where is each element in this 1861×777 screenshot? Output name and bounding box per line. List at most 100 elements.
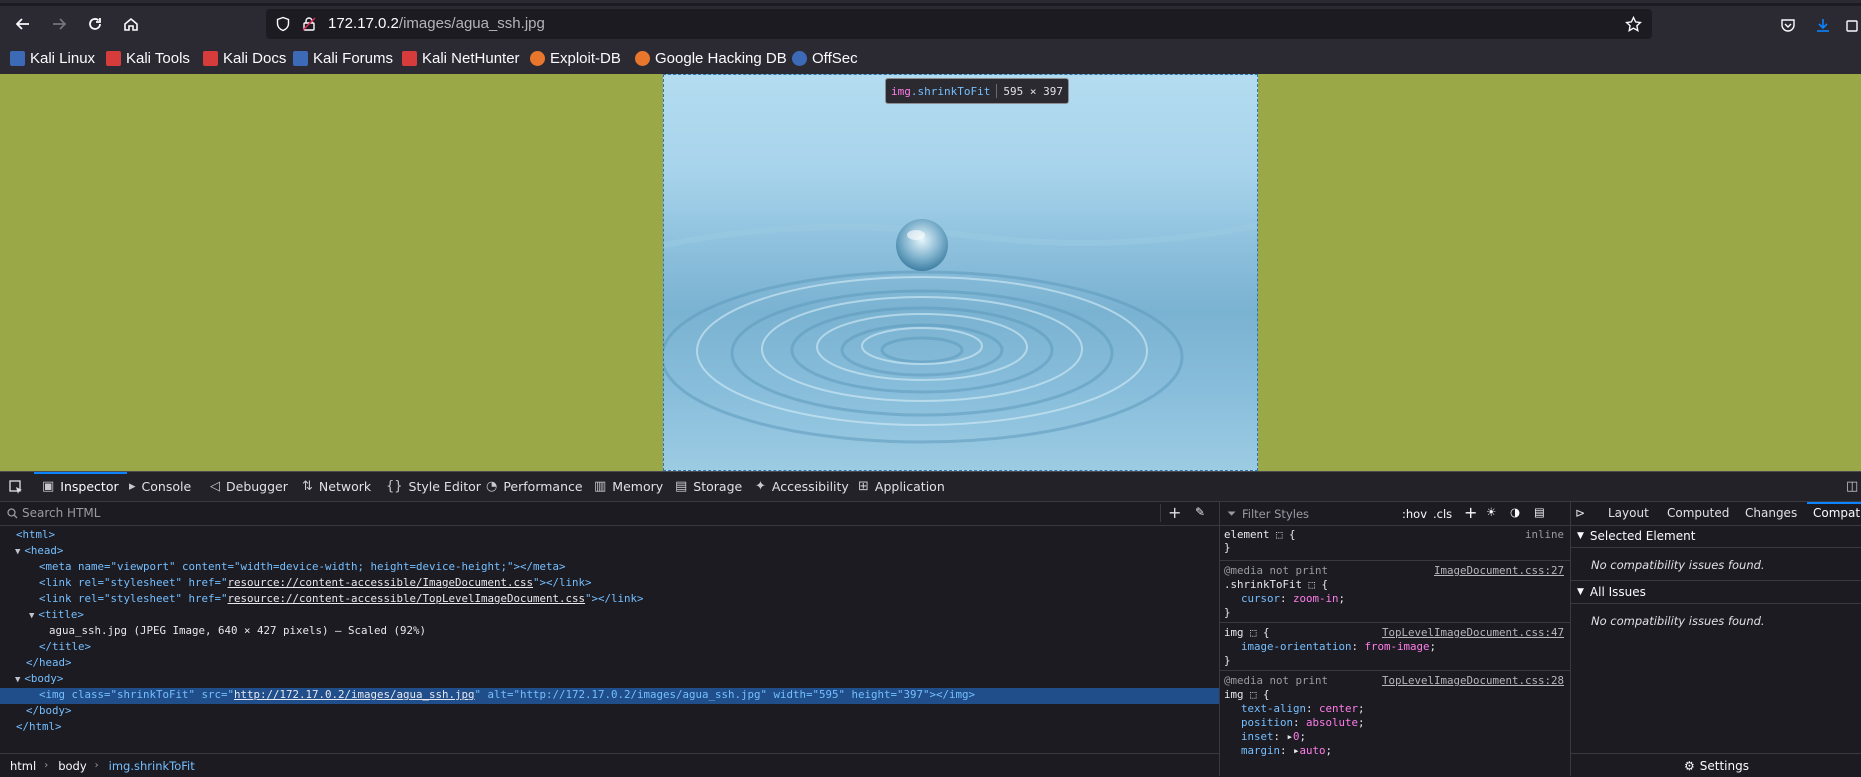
bookmark-kali-tools[interactable]: Kali Tools bbox=[106, 48, 190, 68]
all-issues-header[interactable]: ▼ All Issues bbox=[1571, 581, 1861, 604]
rule-element[interactable]: element ⬚ {inline } bbox=[1220, 528, 1570, 554]
bookmark-kali-nethunter[interactable]: Kali NetHunter bbox=[402, 48, 520, 68]
expand-toggle-icon[interactable]: ▼ bbox=[15, 547, 20, 557]
collapse-icon: ▼ bbox=[1577, 531, 1584, 541]
url-bar[interactable]: 172.17.0.2/images/agua_ssh.jpg bbox=[266, 9, 1652, 39]
tree-node-body-close: </body> bbox=[26, 704, 72, 717]
light-mode-icon[interactable]: ☀ bbox=[1486, 505, 1496, 519]
tab-network[interactable]: ⇅ Network bbox=[302, 472, 371, 501]
tree-node-link2[interactable]: <link rel="stylesheet" href="resource://… bbox=[39, 592, 644, 608]
kali-linux-icon bbox=[10, 50, 25, 66]
kali-tools-icon bbox=[106, 50, 121, 66]
network-icon: ⇅ bbox=[302, 479, 313, 494]
bookmark-kali-forums[interactable]: Kali Forums bbox=[293, 48, 393, 68]
style-editor-icon: {} bbox=[386, 479, 403, 494]
cls-toggle[interactable]: .cls bbox=[1433, 507, 1452, 521]
eyedropper-icon[interactable]: ✎ bbox=[1195, 505, 1205, 519]
tab-label: Console bbox=[141, 479, 192, 494]
tree-node-title-close: </title> bbox=[39, 640, 92, 653]
back-button[interactable] bbox=[9, 10, 37, 38]
expand-toggle-icon[interactable]: ▼ bbox=[15, 675, 20, 685]
breadcrumb-html[interactable]: html bbox=[10, 759, 36, 773]
tab-application[interactable]: ⊞ Application bbox=[858, 472, 945, 501]
element-highlight-tooltip: img .shrinkToFit 595 × 397 bbox=[885, 78, 1069, 104]
tree-node-head[interactable]: ▼ <head> bbox=[15, 544, 63, 560]
sidebar-toggle-icon[interactable]: ⊳ bbox=[1575, 506, 1585, 520]
downloads-icon[interactable] bbox=[1813, 15, 1833, 35]
bookmark-kali-linux[interactable]: Kali Linux bbox=[10, 48, 95, 68]
no-issues-message: No compatibility issues found. bbox=[1591, 558, 1765, 572]
tab-performance[interactable]: ◔ Performance bbox=[486, 472, 583, 501]
rule-img-layout[interactable]: @media not print TopLevelImageDocument.cs… bbox=[1220, 674, 1570, 758]
picker-icon bbox=[9, 479, 22, 494]
dock-side-button[interactable]: ◫ bbox=[1846, 472, 1861, 501]
tree-node-link1[interactable]: <link rel="stylesheet" href="resource://… bbox=[39, 576, 592, 592]
tree-node-title-text[interactable]: agua_ssh.jpg (JPEG Image, 640 × 427 pixe… bbox=[49, 624, 426, 640]
exploit-db-icon bbox=[530, 50, 545, 66]
pocket-icon[interactable] bbox=[1778, 15, 1798, 35]
extensions-icon[interactable] bbox=[1843, 15, 1861, 35]
tree-node-img-selected[interactable]: <img class="shrinkToFit" src="http://172… bbox=[0, 688, 1219, 704]
tab-label: Accessibility bbox=[771, 479, 849, 494]
rule-img-orientation[interactable]: img ⬚ {TopLevelImageDocument.css:47 imag… bbox=[1220, 626, 1570, 668]
bookmark-exploit-db[interactable]: Exploit-DB bbox=[530, 48, 621, 68]
tab-compatibility[interactable]: Compatibility bbox=[1813, 506, 1861, 520]
insecure-lock-icon[interactable] bbox=[300, 15, 318, 33]
print-media-icon[interactable]: ▤ bbox=[1534, 505, 1545, 519]
breadcrumb-body[interactable]: body bbox=[58, 759, 86, 773]
dark-mode-icon[interactable]: ◑ bbox=[1510, 505, 1520, 519]
tab-inspector[interactable]: ▣ Inspector bbox=[34, 472, 127, 501]
section-title: All Issues bbox=[1589, 585, 1646, 599]
bookmark-star-icon[interactable] bbox=[1624, 15, 1642, 33]
filter-styles-placeholder: Filter Styles bbox=[1242, 507, 1310, 521]
kali-docs-icon bbox=[203, 50, 218, 66]
home-button[interactable] bbox=[117, 10, 145, 38]
search-icon bbox=[7, 508, 18, 519]
settings-button[interactable]: ⚙ Settings bbox=[1571, 753, 1861, 777]
rule-divider bbox=[1220, 560, 1570, 561]
tracking-protection-icon[interactable] bbox=[274, 15, 292, 33]
tab-storage[interactable]: ▤ Storage bbox=[675, 472, 742, 501]
filter-icon: ⏷ bbox=[1227, 506, 1237, 520]
bookmark-offsec[interactable]: OffSec bbox=[792, 48, 858, 68]
rule-shrinktofit[interactable]: @media not print ImageDocument.css:27 .sh… bbox=[1220, 564, 1570, 620]
tree-node-meta[interactable]: <meta name="viewport" content="width=dev… bbox=[39, 560, 566, 576]
tab-debugger[interactable]: ◁ Debugger bbox=[210, 472, 288, 501]
memory-icon: ▥ bbox=[594, 479, 607, 494]
devtools-panel: ▣ Inspector ▸ Console ◁ Debugger ⇅ Network {… bbox=[0, 471, 1861, 776]
breadcrumb: html › body › img.shrinkToFit bbox=[0, 753, 1219, 777]
tab-style-editor[interactable]: {} Style Editor bbox=[386, 472, 481, 501]
reload-button[interactable] bbox=[81, 10, 109, 38]
tab-changes[interactable]: Changes bbox=[1745, 506, 1797, 520]
filter-styles-field[interactable]: ⏷ Filter Styles :hov .cls + ☀ ◑ ▤ bbox=[1220, 502, 1570, 526]
page-content: img .shrinkToFit 595 × 397 bbox=[0, 74, 1861, 471]
selected-element-header[interactable]: ▼ Selected Element bbox=[1571, 525, 1861, 548]
storage-icon: ▤ bbox=[675, 479, 688, 494]
bookmark-label: Kali NetHunter bbox=[422, 49, 520, 67]
breadcrumb-img[interactable]: img.shrinkToFit bbox=[109, 759, 195, 773]
tab-layout[interactable]: Layout bbox=[1608, 506, 1649, 520]
add-node-icon[interactable]: + bbox=[1168, 503, 1181, 522]
bookmark-google-hacking-db[interactable]: Google Hacking DB bbox=[635, 48, 787, 68]
kali-forums-icon bbox=[293, 50, 308, 66]
add-rule-icon[interactable]: + bbox=[1464, 503, 1477, 522]
devtools-toolbar: ▣ Inspector ▸ Console ◁ Debugger ⇅ Network {… bbox=[0, 472, 1861, 502]
url-text[interactable]: 172.17.0.2/images/agua_ssh.jpg bbox=[328, 15, 545, 32]
tree-node-html[interactable]: <html> bbox=[16, 528, 55, 544]
element-picker-button[interactable] bbox=[8, 472, 24, 501]
forward-button[interactable] bbox=[45, 10, 73, 38]
tab-memory[interactable]: ▥ Memory bbox=[594, 472, 663, 501]
tab-label: Inspector bbox=[60, 479, 119, 494]
bookmark-kali-docs[interactable]: Kali Docs bbox=[203, 48, 286, 68]
tab-accessibility[interactable]: ✦ Accessibility bbox=[755, 472, 849, 501]
tab-console[interactable]: ▸ Console bbox=[129, 472, 191, 501]
hov-toggle[interactable]: :hov bbox=[1402, 507, 1427, 521]
water-drop-image[interactable] bbox=[663, 74, 1258, 471]
tab-computed[interactable]: Computed bbox=[1667, 506, 1729, 520]
bookmark-label: OffSec bbox=[812, 49, 858, 67]
tree-node-body[interactable]: ▼ <body> bbox=[15, 672, 63, 688]
tree-node-title[interactable]: ▼ <title> bbox=[29, 608, 84, 624]
sidebar-pane: ⊳ Layout Computed Changes Compatibility … bbox=[1570, 502, 1861, 776]
expand-toggle-icon[interactable]: ▼ bbox=[29, 611, 34, 621]
search-html-field[interactable]: Search HTML + ✎ bbox=[0, 502, 1219, 526]
